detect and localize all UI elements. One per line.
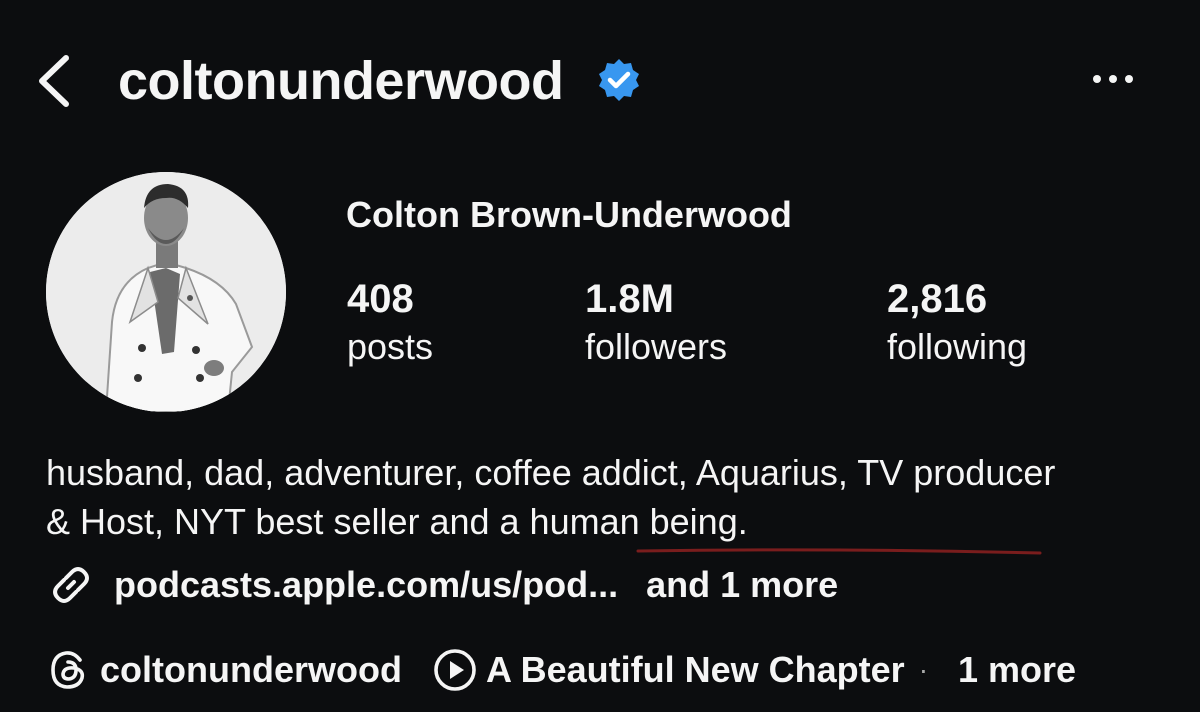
profile-photo xyxy=(46,172,286,412)
more-horizontal-icon xyxy=(1093,75,1133,83)
avatar[interactable] xyxy=(46,172,286,412)
link-icon xyxy=(53,567,89,603)
profile-full-name: Colton Brown-Underwood xyxy=(346,194,792,235)
following-stat[interactable]: 2,816 following xyxy=(887,276,1027,372)
back-button[interactable] xyxy=(30,50,80,112)
verified-badge-icon xyxy=(599,59,639,101)
threads-username-link[interactable]: coltonunderwood xyxy=(100,649,402,691)
profile-bio: husband, dad, adventurer, coffee addict,… xyxy=(46,452,1056,542)
followers-stat[interactable]: 1.8M followers xyxy=(585,276,727,372)
bio-links-row: podcasts.apple.com/us/pod... and 1 more xyxy=(46,560,838,610)
following-label: following xyxy=(887,326,1028,367)
followers-label: followers xyxy=(585,326,728,367)
featured-chapter-link[interactable]: A Beautiful New Chapter xyxy=(486,649,905,691)
posts-stat[interactable]: 408 posts xyxy=(347,276,433,372)
posts-label: posts xyxy=(347,326,434,367)
play-circle-icon xyxy=(434,649,476,691)
profile-chips-row: coltonunderwood A Beautiful New Chapter … xyxy=(46,644,1076,696)
following-count: 2,816 xyxy=(887,277,988,321)
more-chips-button[interactable]: 1 more xyxy=(958,649,1076,691)
more-options-button[interactable] xyxy=(1086,62,1140,96)
bio-link[interactable]: podcasts.apple.com/us/pod... xyxy=(114,564,618,606)
posts-count: 408 xyxy=(347,277,414,321)
threads-icon xyxy=(51,651,85,689)
more-links-button[interactable]: and 1 more xyxy=(646,564,838,606)
chevron-left-icon xyxy=(39,55,69,107)
followers-count: 1.8M xyxy=(585,277,674,321)
profile-username: coltonunderwood xyxy=(118,51,564,111)
red-underline-annotation xyxy=(636,548,1042,555)
separator-dot: · xyxy=(918,654,929,685)
